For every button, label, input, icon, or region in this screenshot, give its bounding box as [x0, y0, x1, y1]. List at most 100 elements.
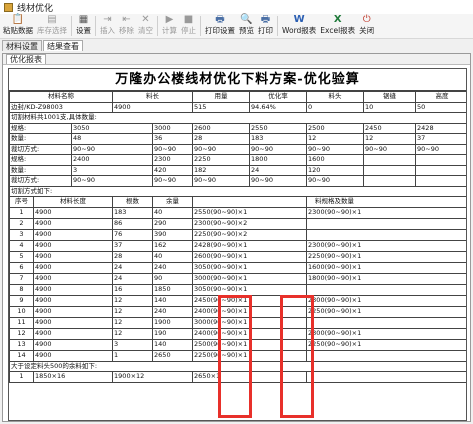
material-usage: 515	[192, 101, 251, 113]
count-cell: 3	[112, 338, 154, 351]
remainder-cell: 40	[152, 206, 194, 219]
spec-cut-row: 裁切方式: 90~90 90~90 90~90 90~90 90~90	[9, 175, 466, 187]
cut-spec-cell: 2250(90~90)×1	[306, 338, 466, 351]
spec-cell: 48	[70, 133, 154, 145]
spec-cell: 2600	[192, 122, 251, 134]
spec-cell: 2500	[306, 122, 365, 134]
cut-row: 4 4900 37 162 2428(90~90)×1 2300(90~90)×1	[9, 239, 466, 252]
cut-spec-cell: 2400(90~90)×1	[192, 327, 308, 340]
spec-label: 规格:	[9, 122, 72, 134]
print-setup-button[interactable]: 🖶 打印设置	[205, 14, 235, 35]
cut-row: 5 4900 28 40 2600(90~90)×1 2250(90~90)×1	[9, 250, 466, 263]
spec-cell: 90~90	[249, 175, 308, 187]
spec-qty-row: 数量: 48 36 28 183 12 12 37	[9, 133, 466, 145]
word-report-button[interactable]: W Word报表	[282, 14, 316, 35]
seq-cell: 3	[9, 228, 34, 241]
settings-button[interactable]: ▦ 设置	[76, 14, 91, 35]
cut-spec-cell: 2250(90~90)×1	[306, 250, 466, 263]
play-icon: ▶	[165, 14, 174, 25]
preview-button[interactable]: 🔍 预览	[239, 14, 254, 35]
cut-spec-cell: 3050(90~90)×1	[192, 283, 308, 296]
spec-cell	[363, 154, 417, 166]
stock-length-cell: 4900	[32, 294, 114, 307]
material-rate: 94.64%	[249, 101, 308, 113]
paste-icon: 📋	[11, 14, 25, 25]
cut-spec-cell: 2450(90~90)×1	[192, 294, 308, 307]
title-bar: 线材优化	[0, 0, 473, 14]
remainder-cell: 290	[152, 217, 194, 230]
tab-material-settings[interactable]: 材料设置	[2, 40, 42, 51]
spec-cell	[363, 164, 417, 176]
remainder-cell: 190	[152, 327, 194, 340]
cut-spec-cell: 2428(90~90)×1	[192, 239, 308, 252]
usage-header: 用量	[192, 91, 251, 103]
close-button[interactable]: ⏻ 关闭	[359, 14, 374, 35]
paste-button[interactable]: 📋 粘贴数据	[3, 14, 33, 35]
spec-label: 数量:	[9, 133, 72, 145]
stop-button[interactable]: ■ 停止	[181, 14, 196, 35]
word-icon: W	[293, 14, 305, 25]
spec-cell: 90~90	[306, 143, 365, 155]
cut-row: 3 4900 76 390 2250(90~90)×2	[9, 228, 466, 241]
preview-icon: 🔍	[240, 14, 253, 25]
remnant-title-row: 大于设定料头500的余料如下:	[9, 360, 466, 372]
cut-header-row: 序号 材料长度 根数 余量 料规格及数量	[9, 196, 466, 208]
remove-button[interactable]: ⇤ 移除	[119, 14, 134, 35]
clear-button[interactable]: ✕ 清空	[138, 14, 153, 35]
cut-spec-cell	[306, 228, 466, 241]
count-cell: 86	[112, 217, 154, 230]
count-cell: 12	[112, 327, 154, 340]
count-cell: 1	[112, 349, 154, 362]
remainder-cell: 162	[152, 239, 194, 252]
spec-cell	[415, 175, 466, 187]
tab-results[interactable]: 结果查看	[43, 40, 83, 51]
seq-cell: 1	[9, 206, 34, 219]
report-title: 万隆办公楼线材优化下料方案-优化验算	[9, 69, 466, 91]
spec-cell: 90~90	[192, 175, 251, 187]
insert-button[interactable]: ⇥ 插入	[100, 14, 115, 35]
cut-spec-cell: 2250(90~90)×1	[192, 349, 308, 362]
print-button[interactable]: 🖶 打印	[258, 14, 273, 35]
count-cell: 37	[112, 239, 154, 252]
remnant-text: 大于设定料头500的余料如下:	[9, 360, 466, 372]
remainder-header: 余量	[152, 196, 194, 208]
cut-spec-cell: 2300(90~90)×1	[306, 294, 466, 307]
cut-spec-cell	[306, 217, 466, 230]
count-cell: 76	[112, 228, 154, 241]
cut-row: 12 4900 12 190 2400(90~90)×1 2300(90~90)×1	[9, 327, 466, 340]
spec-spec-row: 规格: 2400 2300 2250 1800 1600	[9, 154, 466, 166]
cut-spec-cell: 1600(90~90)×1	[306, 261, 466, 274]
spec-cell: 24	[249, 164, 308, 176]
spec-cell: 3000	[152, 122, 194, 134]
excel-report-button[interactable]: X Excel报表	[320, 14, 355, 35]
stock-length-cell: 4900	[32, 228, 114, 241]
spec-cell	[415, 164, 466, 176]
stop-icon: ■	[183, 14, 194, 25]
count-cell: 12	[112, 316, 154, 329]
tab-optimization-report[interactable]: 优化报表	[6, 54, 46, 64]
height-header: 高度	[415, 91, 466, 103]
spec-cell	[415, 154, 466, 166]
remnant-empty	[306, 371, 466, 383]
cut-spec-cell: 2300(90~90)×1	[306, 327, 466, 340]
spec-label: 规格:	[9, 154, 72, 166]
calculate-button[interactable]: ▶ 计算	[162, 14, 177, 35]
spec-cell: 90~90	[70, 143, 154, 155]
count-cell: 28	[112, 250, 154, 263]
spec-label: 数量:	[9, 164, 72, 176]
stock-length-cell: 4900	[32, 327, 114, 340]
remainder-cell: 390	[152, 228, 194, 241]
cut-spec-cell: 2600(90~90)×1	[192, 250, 308, 263]
material-name: 边封/KD-Z98003	[9, 101, 114, 113]
material-waste: 0	[306, 101, 365, 113]
cut-row: 11 4900 12 1900 3000(90~90)×1	[9, 316, 466, 329]
cut-row: 1 4900 183 40 2550(90~90)×1 2300(90~90)×1	[9, 206, 466, 219]
spec-cell: 2250	[192, 154, 251, 166]
stock-select-button[interactable]: ▤ 库存选择	[37, 14, 67, 35]
count-cell: 24	[112, 261, 154, 274]
cut-spec-cell	[306, 316, 466, 329]
toolbar: 📋 粘贴数据 ▤ 库存选择 ▦ 设置 ⇥ 插入 ⇤ 移除 ✕ 清空 ▶ 计算 ■ 停止 🖶 打印设…	[0, 14, 473, 39]
stock-length-cell: 4900	[32, 305, 114, 318]
kerf-header: 锯缝	[363, 91, 417, 103]
stock-length-cell: 4900	[32, 283, 114, 296]
